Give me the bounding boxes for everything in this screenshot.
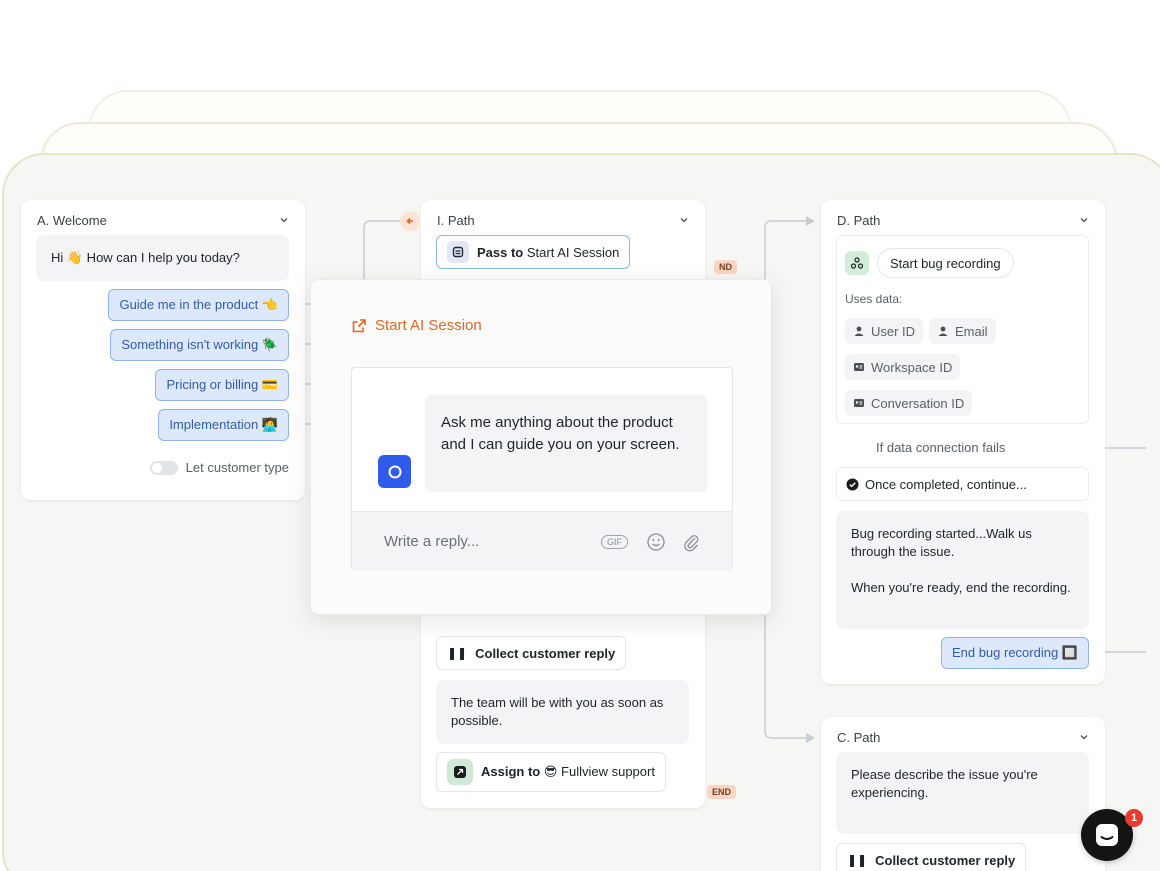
node-title: D. Path [837,212,881,228]
bug-message: Bug recording started...Walk us through … [836,511,1089,629]
node-title: A. Welcome [37,212,107,228]
chat-icon [1096,824,1118,846]
attachment-icon[interactable] [682,532,700,552]
toggle-switch[interactable] [149,460,178,475]
check-circle-icon [846,478,859,490]
chevron-down-icon[interactable] [1079,732,1089,742]
toggle-label: Let customer type [185,460,289,475]
chip-label: Workspace ID [871,359,953,375]
external-link-icon [352,318,366,332]
gif-button[interactable]: GIF [601,534,628,549]
let-customer-type-row: Let customer type [149,460,289,475]
modal-title: Start AI Session [375,317,482,334]
option-something-broken[interactable]: Something isn't working 🪲 [110,329,289,361]
once-completed-row[interactable]: Once completed, continue... [836,467,1089,501]
node-title: I. Path [437,212,475,228]
node-path-i-header: I. Path [421,200,705,240]
reply-bar: Write a reply... GIF [352,511,732,571]
assign-prefix: Assign to [481,764,541,779]
bug-message-line2: When you're ready, end the recording. [851,580,1071,595]
chip-label: User ID [871,323,916,339]
chat-preview: Ask me anything about the product and I … [351,367,733,571]
uses-data-label: Uses data: [845,292,903,306]
team-message-text: The team will be with you as soon as pos… [451,695,664,728]
collect-label: Collect customer reply [875,852,1016,868]
webhook-icon [845,251,869,275]
bot-avatar [378,455,411,488]
node-path-d-header: D. Path [821,200,1105,240]
node-welcome[interactable]: A. Welcome Hi 👋 How can I help you today… [21,200,305,500]
collect-label: Collect customer reply [475,645,616,661]
back-arrow-icon[interactable] [400,211,420,231]
option-label: Something isn't working 🪲 [121,337,278,352]
fail-label: If data connection fails [876,440,1006,455]
assign-icon [447,759,473,785]
chip-email: Email [929,318,996,344]
pause-icon: ❚❚ [847,853,868,867]
node-title: C. Path [837,729,881,745]
node-path-c[interactable]: C. Path Please describe the issue you're… [821,717,1105,871]
person-icon [938,326,948,336]
session-icon [447,241,469,263]
modal-title-row: Start AI Session [351,317,482,334]
pause-icon: ❚❚ [447,646,468,660]
option-pricing[interactable]: Pricing or billing 💳 [155,369,289,401]
welcome-message-text: Hi 👋 How can I help you today? [51,250,240,265]
assign-to-action[interactable]: Assign to 😎 Fullview support [436,752,666,792]
collect-reply-action[interactable]: ❚❚ Collect customer reply [436,636,627,670]
end-bug-recording-button[interactable]: End bug recording 🔲 [940,637,1089,669]
id-card-icon [854,399,864,407]
notification-badge: 1 [1125,809,1143,827]
option-label: Pricing or billing 💳 [166,377,278,392]
assign-target: 😎 Fullview support [543,764,655,779]
option-label: End bug recording 🔲 [951,645,1078,660]
bug-row: Start bug recording [845,248,1014,278]
collect-reply-action-c[interactable]: ❚❚ Collect customer reply [836,843,1027,871]
once-completed-label: Once completed, continue... [865,476,1027,492]
end-badge-top: ND [714,260,737,274]
bug-recording-block: Start bug recording Uses data: User ID E… [836,235,1089,424]
start-ai-session-modal[interactable]: Start AI Session Ask me anything about t… [310,279,772,615]
chevron-down-icon[interactable] [1079,215,1089,225]
option-label: Guide me in the product 👈 [119,297,278,312]
emoji-icon[interactable] [646,532,666,552]
chip-conversation-id: Conversation ID [845,390,973,416]
node-path-c-header: C. Path [821,717,1105,757]
node-welcome-header: A. Welcome [21,200,305,240]
option-implementation[interactable]: Implementation 🧑‍💻 [158,409,289,441]
chip-workspace-id: Workspace ID [845,354,961,380]
chip-user-id: User ID [845,318,924,344]
id-card-icon [854,363,864,371]
welcome-message: Hi 👋 How can I help you today? [36,235,289,281]
node-path-d[interactable]: D. Path Start bug recording Uses data: U… [821,200,1105,684]
person-icon [854,326,864,336]
bug-message-line1: Bug recording started...Walk us through … [851,526,1032,559]
team-message: The team will be with you as soon as pos… [436,680,689,744]
chip-label: Email [955,323,988,339]
pass-prefix: Pass to [477,244,524,260]
describe-issue-text: Please describe the issue you're experie… [851,767,1038,800]
reply-input[interactable]: Write a reply... [384,533,601,550]
start-bug-recording-button[interactable]: Start bug recording [877,248,1014,278]
option-label: Implementation 🧑‍💻 [169,417,278,432]
bot-message-text: Ask me anything about the product and I … [441,414,680,453]
pass-to-action[interactable]: Pass to Start AI Session [436,235,631,269]
chevron-down-icon[interactable] [279,215,289,225]
option-guide-me[interactable]: Guide me in the product 👈 [108,289,289,321]
chevron-down-icon[interactable] [679,215,689,225]
describe-issue-message: Please describe the issue you're experie… [836,752,1089,834]
chip-label: Conversation ID [871,395,965,411]
bot-logo-icon [388,465,401,478]
bot-message: Ask me anything about the product and I … [425,395,707,492]
pass-target: Start AI Session [526,244,620,260]
end-badge-bottom: END [707,785,737,799]
